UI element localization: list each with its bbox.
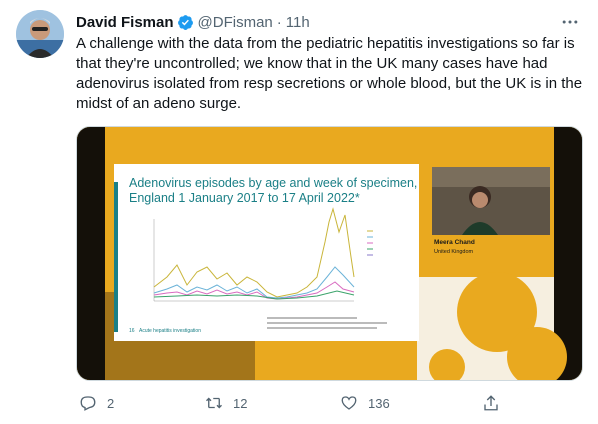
slide-title-line2: England 1 January 2017 to 17 April 2022* bbox=[129, 191, 360, 205]
verified-badge-icon bbox=[177, 14, 193, 30]
retweet-count: 12 bbox=[233, 395, 248, 411]
slide-number: 16 bbox=[129, 328, 135, 334]
share-icon bbox=[484, 395, 498, 411]
tweet-timestamp[interactable]: 11h bbox=[286, 14, 310, 31]
author-handle[interactable]: @DFisman bbox=[198, 14, 273, 31]
speaker-name: Meera Chand bbox=[434, 239, 475, 246]
tweet-media[interactable]: Adenovirus episodes by age and week of s… bbox=[76, 126, 583, 381]
speaker-location: United Kingdom bbox=[434, 249, 474, 255]
separator-dot: · bbox=[276, 13, 282, 31]
tweet-header: David Fisman @DFisman · 11h bbox=[76, 12, 310, 32]
retweet-button[interactable]: 12 bbox=[205, 394, 247, 412]
retweet-icon bbox=[206, 397, 222, 409]
reply-button[interactable]: 2 bbox=[79, 394, 114, 412]
author-avatar[interactable] bbox=[16, 10, 64, 58]
slide-image: Adenovirus episodes by age and week of s… bbox=[77, 127, 582, 380]
tweet-text: A challenge with the data from the pedia… bbox=[76, 35, 583, 112]
like-button[interactable]: 136 bbox=[340, 394, 390, 412]
more-options-icon[interactable] bbox=[560, 12, 580, 32]
author-name[interactable]: David Fisman bbox=[76, 14, 174, 31]
reply-count: 2 bbox=[107, 395, 115, 411]
slide-title-line1: Adenovirus episodes by age and week of s… bbox=[129, 176, 417, 190]
slide-footer: Acute hepatitis investigation bbox=[139, 328, 201, 334]
like-count: 136 bbox=[368, 395, 390, 411]
heart-icon bbox=[341, 396, 357, 410]
tweet-actions: 2 12 136 bbox=[76, 394, 581, 414]
reply-icon bbox=[80, 396, 96, 411]
share-button[interactable] bbox=[482, 394, 500, 412]
